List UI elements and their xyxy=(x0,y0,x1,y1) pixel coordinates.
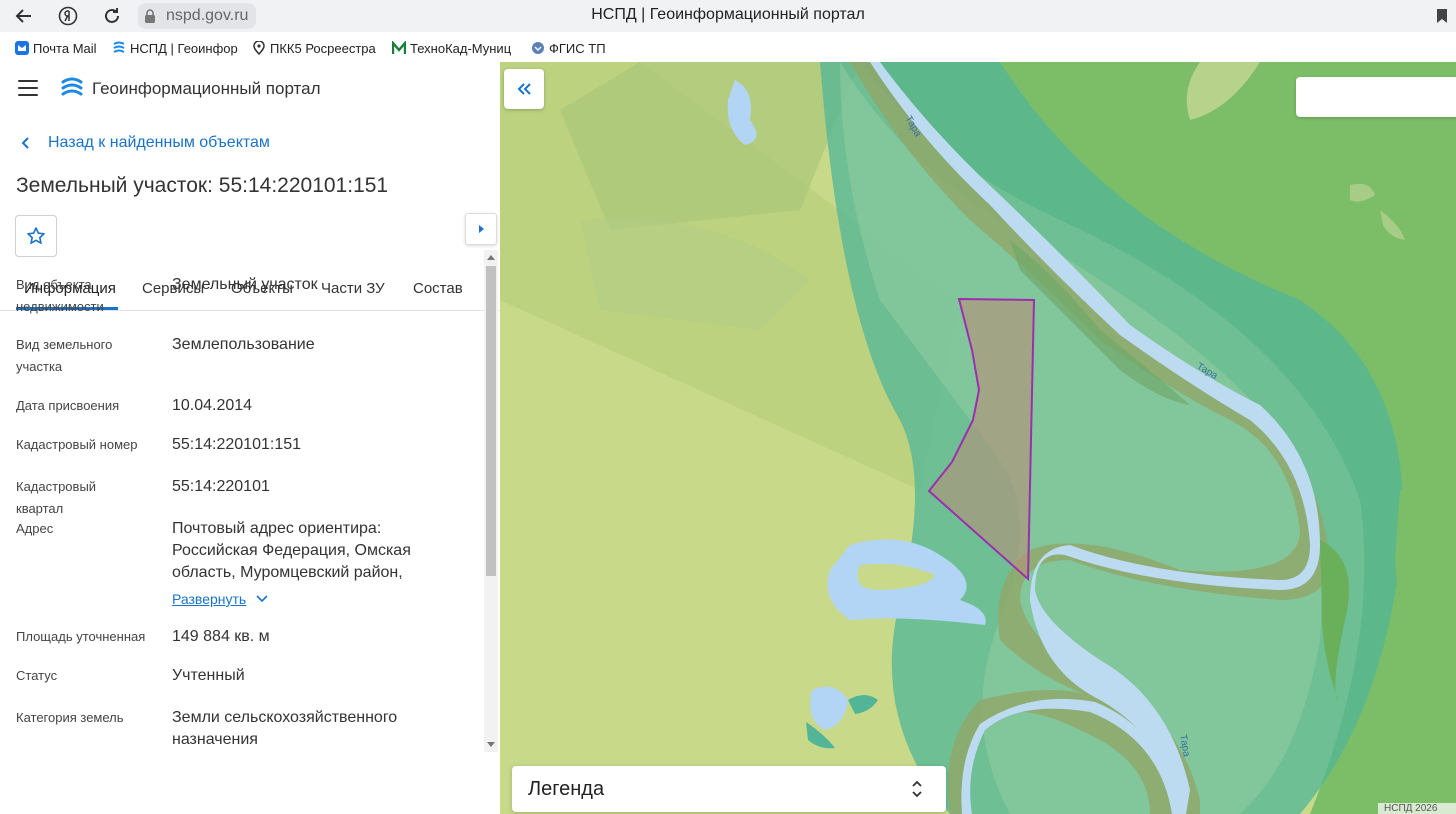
field-value: Земельный участок xyxy=(172,276,318,293)
field-label: Адрес xyxy=(16,521,54,536)
browser-toolbar: nspd.gov.ru НСПД | Геоинформационный пор… xyxy=(0,0,1456,32)
field-value: 55:14:220101:151 xyxy=(172,436,302,453)
technokad-icon xyxy=(392,41,406,55)
scroll-down-icon[interactable] xyxy=(486,740,496,750)
collapse-sidebar-button[interactable] xyxy=(504,69,544,109)
expand-label: Развернуть xyxy=(172,591,247,607)
scrollbar-thumb[interactable] xyxy=(486,266,496,576)
tabs-scroll-right-button[interactable] xyxy=(465,213,497,245)
app-title: Геоинформационный портал xyxy=(92,79,321,98)
bookmark-technokad[interactable]: ТехноКад-Муниц xyxy=(392,39,518,57)
field-value: 55:14:220101 xyxy=(172,478,270,495)
field-label: Вид объекта недвижимости xyxy=(16,277,104,314)
field-value: Землепользование xyxy=(172,336,315,353)
expand-address-link[interactable]: Развернуть xyxy=(172,588,462,610)
legend-title: Легенда xyxy=(528,778,605,800)
field-value: 10.04.2014 xyxy=(172,397,253,414)
map-copyright: НСПД 2026 xyxy=(1378,803,1456,814)
bookmarks-bar: Почта Mail НСПД | Геоинфор ПКК5 Росреест… xyxy=(0,32,1456,63)
field-label: Площадь уточненная xyxy=(16,629,146,644)
bookmark-fgis[interactable]: ФГИС ТП xyxy=(531,39,611,57)
field-value: Земли сельскохозяйственного назначения xyxy=(172,709,398,748)
double-chevron-left-icon xyxy=(517,83,531,95)
map-layer: Тара Тара Тара xyxy=(500,62,1456,814)
mail-icon xyxy=(15,41,29,55)
field-label: Кадастровый номер xyxy=(16,437,138,452)
field-label: Категория земель xyxy=(16,710,124,725)
field-value: Почтовый адрес ориентира: Российская Фед… xyxy=(172,520,411,581)
field-label: Дата присвоения xyxy=(16,398,120,413)
chevron-down-icon xyxy=(256,595,268,603)
info-panel: Вид объекта недвижимости Земельный участ… xyxy=(0,250,482,752)
map-canvas[interactable]: Тара Тара Тара xyxy=(500,62,1456,814)
chevron-left-icon xyxy=(20,136,36,150)
field-label: Статус xyxy=(16,668,58,683)
field-value: Учтенный xyxy=(172,667,245,684)
map-search-box[interactable] xyxy=(1296,77,1456,117)
legend-panel[interactable]: Легенда xyxy=(512,766,946,812)
bookmark-flag-icon[interactable] xyxy=(1436,8,1448,29)
caret-right-icon xyxy=(479,225,484,233)
field-label: Вид земельного участка xyxy=(16,337,113,374)
portal-logo-icon xyxy=(60,76,84,100)
pin-icon xyxy=(252,41,266,55)
address-value-block: Почтовый адрес ориентира: Российская Фед… xyxy=(172,518,462,610)
nspd-icon xyxy=(112,41,126,55)
star-icon xyxy=(27,227,45,244)
back-link-label: Назад к найденным объектам xyxy=(48,134,270,151)
scroll-up-icon[interactable] xyxy=(486,252,496,262)
expand-collapse-icon[interactable] xyxy=(910,777,924,801)
field-label: Кадастровый квартал xyxy=(16,479,97,516)
field-value: 149 884 кв. м xyxy=(172,628,270,645)
bookmark-mail[interactable]: Почта Mail xyxy=(15,39,101,57)
bookmark-pkk5[interactable]: ПКК5 Росреестра xyxy=(252,39,378,57)
browser-tab-title: НСПД | Геоинформационный портал xyxy=(591,6,865,23)
object-title: Земельный участок: 55:14:220101:151 xyxy=(16,174,389,197)
back-to-results-link[interactable]: Назад к найденным объектам xyxy=(20,134,270,152)
menu-icon[interactable] xyxy=(18,80,38,96)
bookmark-nspd[interactable]: НСПД | Геоинфор xyxy=(112,39,238,57)
fgis-icon xyxy=(531,41,545,55)
